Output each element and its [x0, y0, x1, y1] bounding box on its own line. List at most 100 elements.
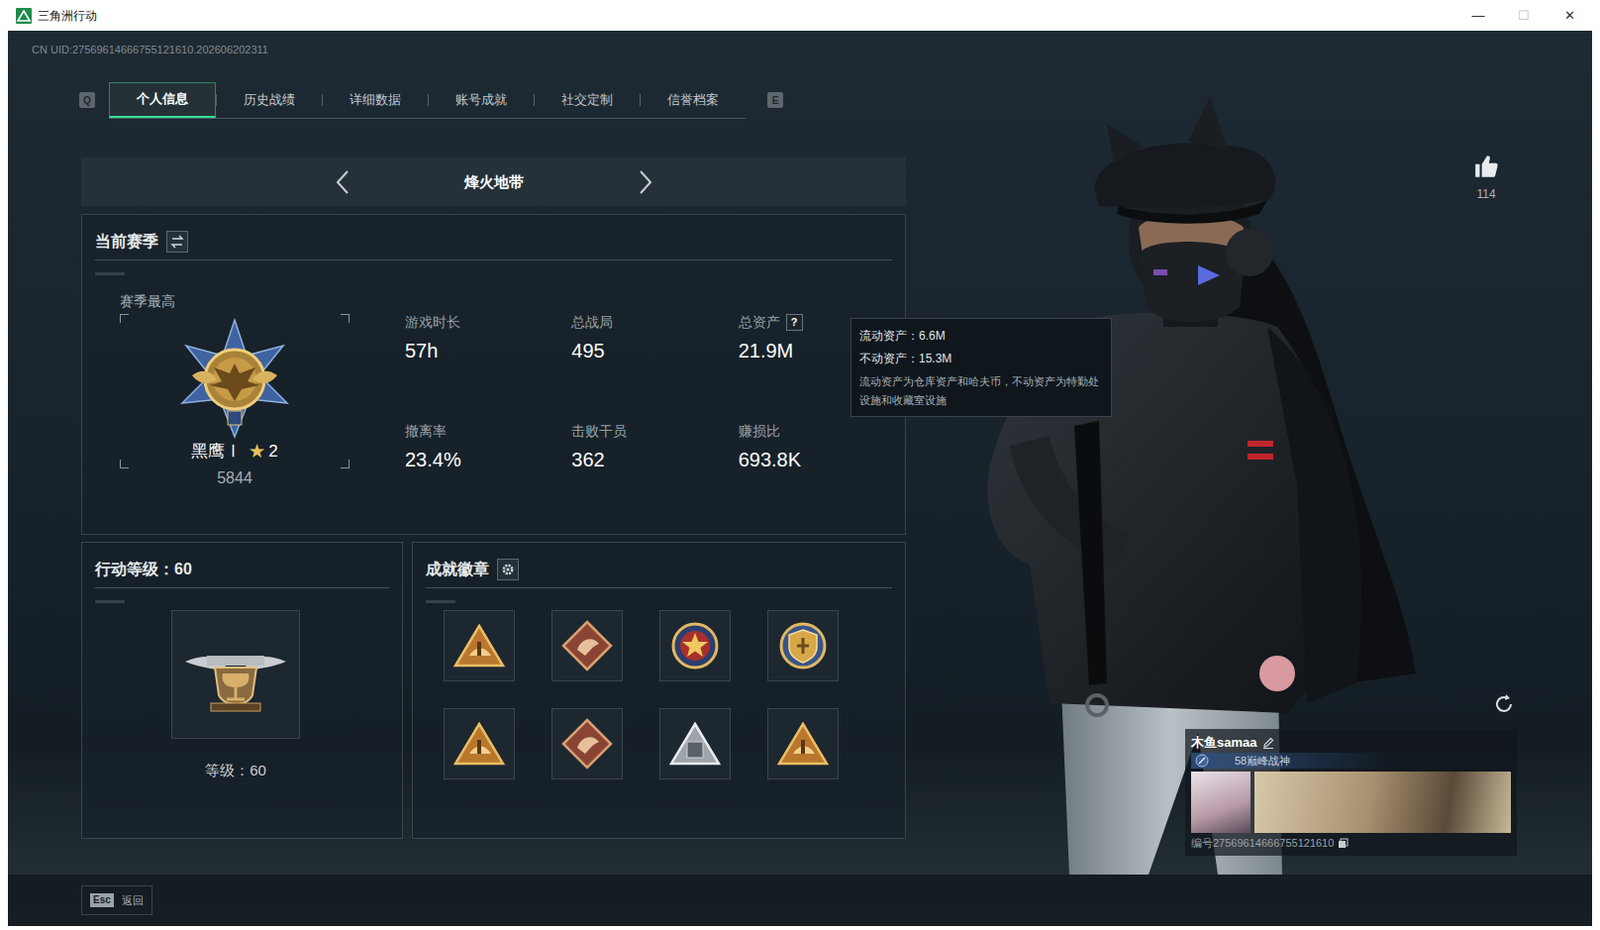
stat-value: 23.4% [404, 446, 572, 473]
tab-separator [427, 94, 429, 106]
refresh-icon[interactable] [1492, 692, 1516, 716]
tab-separator [533, 94, 535, 106]
tab[interactable]: 详细数据 [322, 82, 428, 118]
stat: 击败干员 362 [571, 420, 738, 473]
gear-icon[interactable] [497, 558, 519, 581]
stat-label: 赚损比 [738, 420, 781, 441]
achievement-badge[interactable] [443, 609, 515, 682]
badge-icon [773, 713, 833, 774]
badge-icon [449, 713, 509, 774]
stat-value: 362 [571, 446, 738, 473]
rank-name: 黑鹰Ⅰ★2 [191, 440, 278, 463]
achievement-badge[interactable] [659, 707, 731, 780]
tooltip-line: 流动资产：6.6M [859, 324, 1103, 348]
frame-corner [119, 313, 129, 323]
player-avatar [1191, 771, 1251, 833]
player-card[interactable]: 木鱼samaa58巅峰战神编号27569614666755121610 [1185, 728, 1517, 856]
stat-label: 游戏时长 [404, 311, 461, 332]
badge-icon [449, 615, 509, 676]
uid-label: CN UID:27569614666755121610.202606202311 [7, 30, 906, 51]
window-control[interactable]: ✕ [1546, 0, 1593, 31]
season-best-label: 赛季最高 [119, 292, 350, 310]
player-name: 木鱼samaa [1191, 732, 1257, 753]
panel-header: 成就徽章 [412, 542, 905, 582]
chevron-left-icon[interactable] [334, 169, 351, 196]
mode-selector: 烽火地带 [81, 157, 906, 206]
achievement-badge[interactable] [767, 707, 839, 780]
operator-showcase: 114 木鱼samaa58巅峰战神编号27569614666755121610 [905, 30, 1593, 875]
tab[interactable]: 社交定制 [534, 82, 640, 118]
panel-header: 当前赛季 [82, 214, 905, 254]
mode-label: 烽火地带 [464, 173, 524, 191]
rank-score: 5844 [119, 468, 350, 489]
window-title: 三角洲行动 [37, 6, 98, 25]
panel-divider [425, 587, 893, 589]
frame-corner [119, 459, 129, 469]
asset-tooltip: 流动资产：6.6M不动资产：15.3M流动资产为仓库资产和哈夫币，不动资产为特勤… [850, 317, 1112, 417]
achievement-badge[interactable] [551, 707, 623, 780]
app-window: 三角洲行动—☐✕CN UID:27569614666755121610.2026… [0, 0, 1600, 930]
key-hint[interactable]: E [767, 92, 784, 108]
player-banner [1254, 771, 1511, 833]
stat-value: 495 [571, 337, 738, 364]
window-control[interactable]: — [1455, 0, 1501, 31]
player-title: 58巅峰战神 [1191, 752, 1400, 769]
copy-icon[interactable] [1337, 837, 1349, 849]
achievement-badge[interactable] [443, 707, 515, 780]
pencil-icon[interactable] [1262, 736, 1275, 749]
season-best: 赛季最高黑鹰Ⅰ★2 5844 [119, 292, 350, 489]
stats-grid: 游戏时长57h总战局495总资产?21.9M撤离率23.4%击败干员362赚损比… [404, 311, 905, 489]
back-label: 返回 [121, 892, 144, 909]
thumbs-up-icon [1473, 153, 1500, 180]
achievement-badge[interactable] [551, 609, 623, 682]
stat: 游戏时长 57h [404, 311, 572, 364]
panel-divider [95, 259, 893, 261]
stat-label: 击败干员 [571, 420, 627, 441]
stat-label: 总资产 [738, 311, 781, 332]
achievement-badge[interactable] [767, 609, 839, 682]
frame-corner [340, 313, 350, 323]
tab-list: 个人信息历史战绩详细数据账号成就社交定制信誉档案 [108, 82, 746, 119]
help-icon[interactable]: ? [786, 313, 803, 331]
game-view: CN UID:27569614666755121610.202606202311… [7, 30, 1593, 926]
badge-icon [665, 713, 725, 774]
window-control[interactable]: ☐ [1500, 0, 1547, 31]
footer-bar: Esc返回 [7, 874, 1593, 926]
back-button[interactable]: Esc返回 [81, 885, 153, 916]
level-panel: 行动等级：60等级：60 [81, 541, 403, 839]
achievement-badge[interactable] [659, 609, 731, 682]
tab-separator [321, 94, 323, 106]
tab[interactable]: 信誉档案 [640, 82, 746, 118]
app-logo-icon [15, 7, 32, 24]
panel-mark [95, 600, 125, 603]
tab[interactable]: 账号成就 [428, 82, 534, 118]
rank-badge-icon [172, 315, 298, 441]
tooltip-line: 不动资产：15.3M [859, 347, 1103, 371]
key-hint[interactable]: Q [79, 92, 96, 108]
tab[interactable]: 历史战绩 [216, 82, 322, 118]
badges-panel: 成就徽章 [411, 541, 906, 839]
badge-grid [443, 609, 905, 780]
panel-mark [425, 600, 456, 603]
panel-divider [95, 587, 390, 589]
level-caption: 等级：60 [204, 761, 267, 779]
window-controls: —☐✕ [1455, 0, 1593, 31]
badge-icon [665, 615, 725, 676]
panel-mark [95, 272, 125, 276]
tab-separator [215, 94, 217, 106]
like-button[interactable]: 114 [1468, 153, 1504, 203]
badge-icon [557, 615, 617, 676]
panel-title: 成就徽章 [425, 557, 490, 582]
title-emblem-icon [1195, 753, 1209, 768]
level-emblem-box [171, 609, 300, 739]
badge-icon [773, 615, 833, 676]
chevron-right-icon[interactable] [637, 169, 654, 196]
player-id: 编号27569614666755121610 [1191, 834, 1334, 852]
stat-value: 57h [404, 337, 572, 364]
tab[interactable]: 个人信息 [108, 82, 216, 118]
stat-label: 撤离率 [404, 420, 447, 441]
swap-icon[interactable] [166, 230, 189, 253]
panel-title: 当前赛季 [95, 229, 159, 254]
title-bar: 三角洲行动 —☐✕ [0, 0, 1600, 31]
stat-label: 总战局 [571, 311, 613, 332]
